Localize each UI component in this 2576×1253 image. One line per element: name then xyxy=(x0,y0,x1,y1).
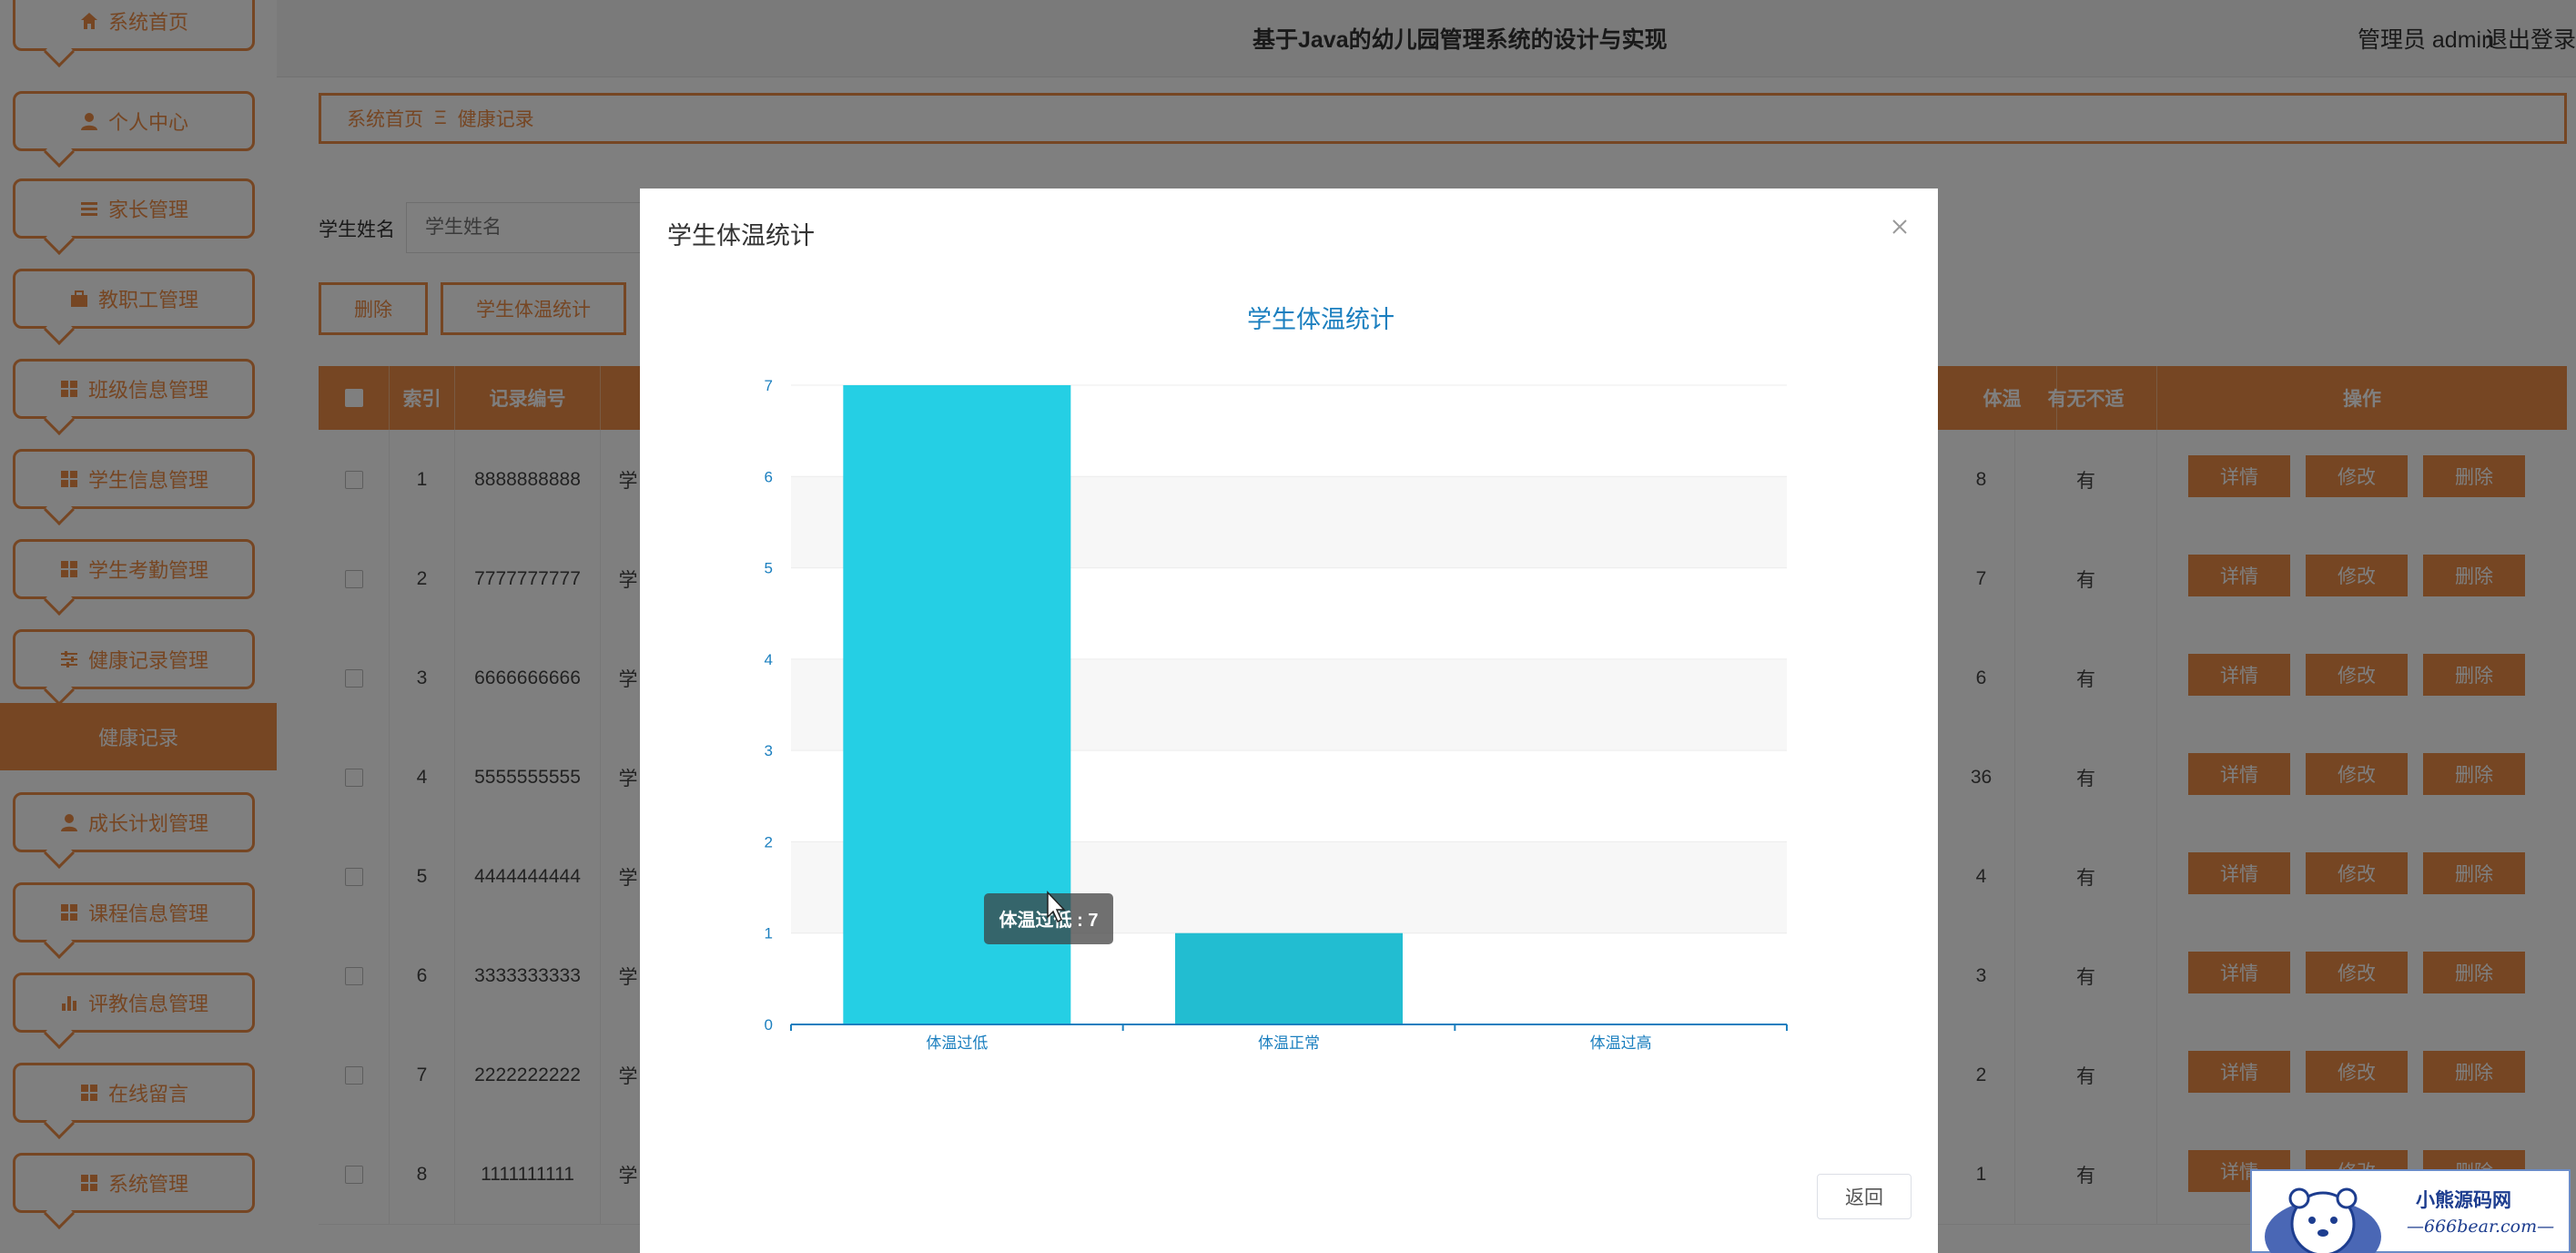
watermark-title: 小熊源码网 xyxy=(2416,1188,2511,1211)
y-tick-label: 6 xyxy=(765,468,773,485)
y-tick-label: 4 xyxy=(765,651,773,668)
y-tick-label: 7 xyxy=(765,377,773,394)
bar xyxy=(1175,932,1403,1024)
y-tick-label: 2 xyxy=(765,833,773,851)
x-tick-label: 体温过低 xyxy=(926,1034,988,1052)
y-tick-label: 1 xyxy=(765,925,773,942)
return-button[interactable]: 返回 xyxy=(1817,1174,1912,1219)
bear-logo-icon xyxy=(2265,1187,2381,1253)
y-tick-label: 0 xyxy=(765,1016,773,1034)
watermark-url: —666bear.com— xyxy=(2407,1217,2555,1237)
x-tick-label: 体温过高 xyxy=(1590,1034,1652,1052)
y-tick-label: 5 xyxy=(765,560,773,577)
y-tick-label: 3 xyxy=(765,742,773,759)
x-tick-label: 体温正常 xyxy=(1258,1034,1320,1052)
temperature-bar-chart: 学生体温统计01234567体温过低 体温正常 体温过高体温过低 : 7 xyxy=(765,306,1788,1052)
chart-title: 学生体温统计 xyxy=(1247,306,1394,333)
temperature-stats-dialog: 学生体温统计 学生体温统计 0 1 2 3 4 5 6 7 体温过低 体温正常 体温过高 体温过低 : … xyxy=(640,188,1938,1253)
watermark-logo: 小熊源码网 —666bear.com— xyxy=(2250,1169,2571,1253)
